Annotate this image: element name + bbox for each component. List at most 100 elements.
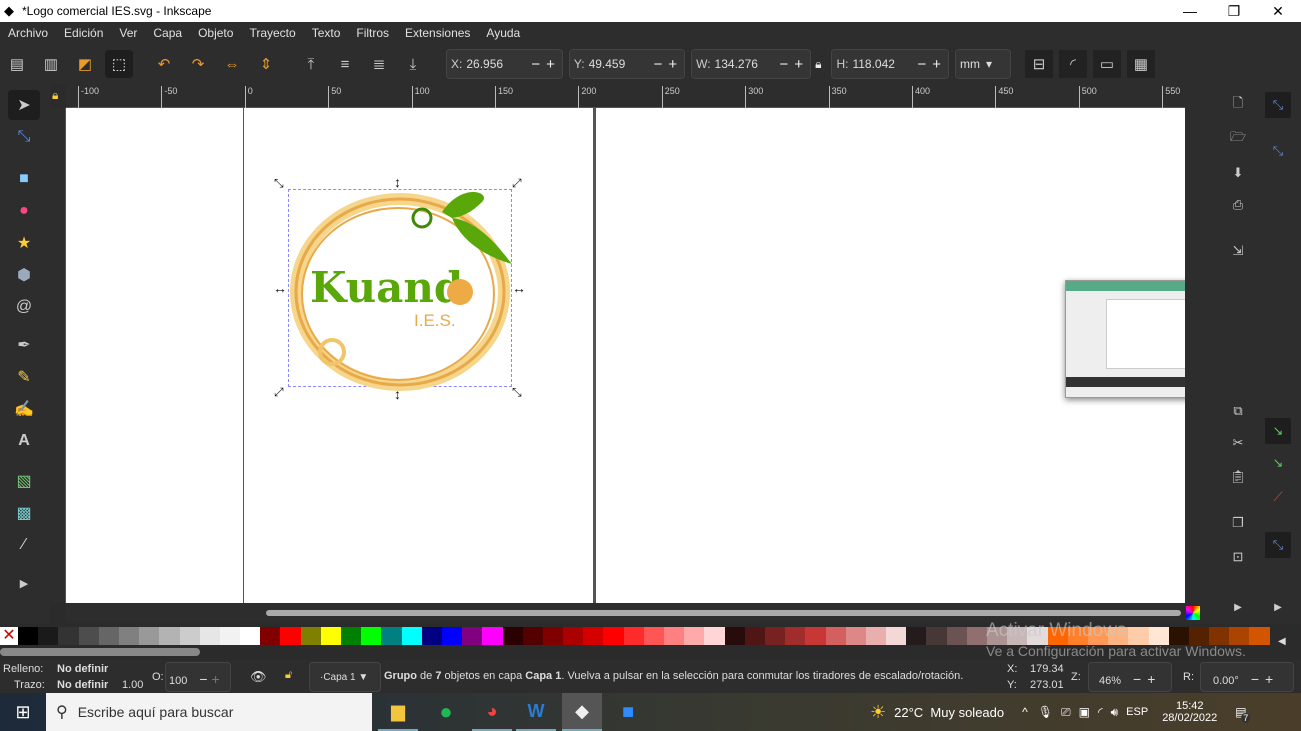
color-swatch[interactable] [159, 627, 180, 645]
snap-nodes-icon[interactable]: ↘ [1265, 418, 1291, 444]
color-swatch[interactable] [805, 627, 826, 645]
menu-ayuda[interactable]: Ayuda [486, 26, 520, 40]
deselect-icon[interactable]: ◩ [71, 50, 99, 78]
color-swatch[interactable] [199, 627, 220, 645]
color-swatch[interactable] [865, 627, 887, 645]
menu-filtros[interactable]: Filtros [356, 26, 389, 40]
palette-scrollbar[interactable] [0, 648, 200, 656]
volume-icon[interactable]: 🔊︎ [1111, 705, 1119, 720]
scale-handle-s[interactable]: ↕ [394, 386, 401, 402]
3dbox-tool-icon[interactable]: ⬢ [8, 260, 40, 290]
taskbar-search[interactable]: ⚲ Escribe aquí para buscar [46, 693, 372, 731]
pen-tool-icon[interactable]: ✒ [8, 330, 40, 360]
ruler-lock-icon[interactable]: 🔒︎ [52, 88, 58, 103]
menu-trayecto[interactable]: Trayecto [249, 26, 295, 40]
notification-center-icon[interactable]: ▤ 7 [1235, 705, 1251, 723]
menu-capa[interactable]: Capa [153, 26, 182, 40]
color-swatch[interactable] [401, 627, 422, 645]
canvas[interactable]: Kuand I.E.S. ⤡ ⤢ ⤢ ⤡ ↕ ↕ ↔ ↔ [66, 108, 1185, 603]
expand-commands-icon[interactable]: ▶ [1225, 594, 1251, 620]
color-swatch[interactable] [361, 627, 382, 645]
chrome-icon[interactable]: ◕ [472, 693, 512, 731]
scale-handle-e[interactable]: ↔ [512, 280, 526, 296]
color-swatch[interactable] [320, 627, 341, 645]
move-gradients-icon[interactable]: ▭ [1093, 50, 1121, 78]
logo-image[interactable]: Kuand I.E.S. [272, 172, 528, 404]
color-swatch[interactable] [98, 627, 119, 645]
close-button[interactable]: ✕ [1256, 0, 1300, 22]
calligraphy-tool-icon[interactable]: ✍ [8, 394, 40, 424]
menu-ver[interactable]: Ver [119, 26, 137, 40]
scale-handle-se[interactable]: ⤡ [512, 385, 522, 400]
print-icon[interactable]: ⎙ [1225, 192, 1251, 218]
scale-stroke-icon[interactable]: ⊟ [1025, 50, 1053, 78]
color-swatch[interactable] [825, 627, 846, 645]
color-swatch[interactable] [300, 627, 321, 645]
cut-icon[interactable]: ✂ [1225, 430, 1251, 456]
wifi-icon[interactable]: ◜ [1098, 705, 1103, 719]
weather-icon[interactable]: ☀ [870, 702, 886, 723]
rotate-cw-icon[interactable]: ↷ [184, 50, 212, 78]
y-input[interactable] [588, 57, 651, 71]
fill-value[interactable]: No definir [57, 663, 108, 675]
color-swatch[interactable] [603, 627, 624, 645]
import-icon[interactable]: ⇲ [1225, 238, 1251, 264]
clone-icon[interactable]: ❐ [1225, 510, 1251, 536]
expand-toolbox-icon[interactable]: ▶ [8, 568, 40, 598]
color-swatch[interactable] [643, 627, 664, 645]
color-swatch[interactable] [280, 627, 301, 645]
lower-icon[interactable]: ≣ [365, 50, 393, 78]
zoom-out[interactable]: − [1133, 671, 1141, 687]
color-swatch[interactable] [1249, 627, 1270, 645]
select-all-icon[interactable]: ▤ [3, 50, 31, 78]
palette-menu-icon[interactable]: ◀ [1278, 636, 1286, 647]
color-swatch[interactable] [139, 627, 160, 645]
snap-center-icon[interactable]: ⤡ [1265, 532, 1291, 558]
y-decrement[interactable]: − [654, 56, 663, 73]
stroke-width[interactable]: 1.00 [122, 679, 143, 691]
pencil-tool-icon[interactable]: ✎ [8, 362, 40, 392]
lock-ratio-icon[interactable]: 🔒︎ [815, 57, 821, 72]
color-swatch[interactable] [260, 627, 281, 645]
scale-handle-ne[interactable]: ⤢ [512, 176, 522, 191]
group-icon[interactable]: ⊡ [1225, 544, 1251, 570]
x-input[interactable] [466, 57, 529, 71]
color-swatch[interactable] [906, 627, 927, 645]
color-swatch[interactable] [704, 627, 725, 645]
opacity-increment[interactable]: + [212, 671, 220, 687]
menu-texto[interactable]: Texto [312, 26, 341, 40]
opacity-field[interactable]: 100− + [165, 662, 231, 692]
color-swatch[interactable] [462, 627, 483, 645]
layer-select[interactable]: ·Capa 1 ▼ [309, 662, 381, 692]
flip-horizontal-icon[interactable]: ⇔ [218, 50, 246, 78]
w-increment[interactable]: + [794, 56, 803, 73]
selector-tool-icon[interactable]: ➤ [8, 90, 40, 120]
minimize-button[interactable]: — [1168, 0, 1212, 22]
clock[interactable]: 15:42 28/02/2022 [1162, 700, 1217, 724]
weather-text[interactable]: 22°C Muy soleado [894, 705, 1004, 720]
color-swatch[interactable] [58, 627, 79, 645]
maximize-button[interactable]: ❐ [1212, 0, 1256, 22]
paste-icon[interactable]: 📋︎ [1225, 464, 1251, 490]
color-swatch[interactable] [522, 627, 543, 645]
color-swatch[interactable] [179, 627, 200, 645]
rotation-field[interactable]: 0.00° − + [1200, 662, 1294, 692]
x-increment[interactable]: + [546, 56, 555, 73]
color-swatch[interactable] [886, 627, 907, 645]
h-input[interactable] [852, 57, 915, 71]
scale-handle-sw[interactable]: ⤢ [274, 385, 284, 400]
h-increment[interactable]: + [932, 56, 941, 73]
show-hidden-icons[interactable]: ^ [1022, 705, 1028, 719]
ellipse-tool-icon[interactable]: ● [8, 196, 40, 226]
snap-path-icon[interactable]: ↘ [1265, 450, 1291, 476]
star-tool-icon[interactable]: ★ [8, 228, 40, 258]
toggle-transform-handles-icon[interactable]: ⬚ [105, 50, 133, 78]
text-tool-icon[interactable]: A [8, 426, 40, 456]
windows-start-icon[interactable]: ⊞ [0, 693, 46, 731]
color-swatch[interactable] [341, 627, 362, 645]
zoom-app-icon[interactable]: ■ [608, 693, 648, 731]
color-swatch[interactable] [441, 627, 463, 645]
color-swatch[interactable] [118, 627, 140, 645]
rotate-decrement[interactable]: − [1251, 671, 1259, 687]
color-swatch[interactable] [664, 627, 685, 645]
